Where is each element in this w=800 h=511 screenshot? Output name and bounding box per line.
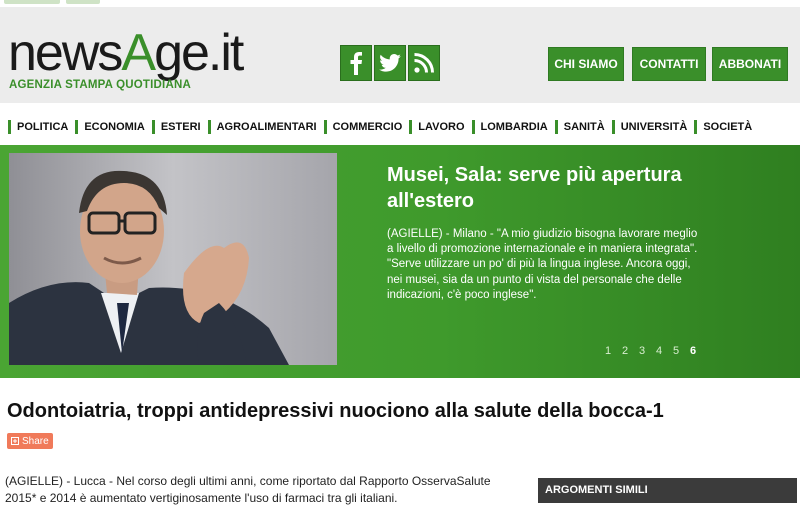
hero-description: (AGIELLE) - Milano - "A mio giudizio bis…	[387, 228, 698, 301]
slider-page-1[interactable]: 1	[605, 345, 622, 357]
facebook-button[interactable]	[340, 45, 372, 81]
twitter-icon	[379, 54, 401, 72]
logo-text-accent: A	[121, 24, 156, 82]
portrait-illustration	[9, 153, 337, 365]
top-strip	[0, 0, 800, 6]
hero-title[interactable]: Musei, Sala: serve più apertura all'este…	[387, 162, 687, 214]
logo-text: ge.it	[154, 24, 244, 82]
slider-pagination: 1 2 3 4 5 6	[605, 345, 707, 357]
article-title: Odontoiatria, troppi antidepressivi nuoc…	[7, 400, 664, 422]
site-tagline: AGENZIA STAMPA QUOTIDIANA	[9, 79, 191, 91]
slider-page-2[interactable]: 2	[622, 345, 639, 357]
slider-page-5[interactable]: 5	[673, 345, 690, 357]
nav-item-lavoro[interactable]: LAVORO	[409, 120, 470, 134]
hero-photo[interactable]	[9, 153, 337, 365]
article-body: (AGIELLE) - Lucca - Nel corso degli ulti…	[5, 474, 491, 505]
hero-slider: Musei, Sala: serve più apertura all'este…	[0, 145, 800, 378]
share-button[interactable]: Share	[7, 433, 53, 449]
twitter-button[interactable]	[374, 45, 406, 81]
logo-text: news	[8, 24, 123, 82]
related-topics-heading: ARGOMENTI SIMILI	[538, 478, 797, 503]
nav-item-lombardia[interactable]: LOMBARDIA	[471, 120, 554, 134]
abbonati-button[interactable]: ABBONATI	[712, 47, 788, 81]
site-header: newsAge.it AGENZIA STAMPA QUOTIDIANA CHI…	[0, 7, 800, 103]
top-tab[interactable]	[66, 0, 100, 4]
category-nav: POLITICA ECONOMIA ESTERI AGROALIMENTARI …	[8, 117, 759, 137]
nav-item-universita[interactable]: UNIVERSITÀ	[611, 120, 694, 134]
nav-item-esteri[interactable]: ESTERI	[151, 120, 207, 134]
chi-siamo-button[interactable]: CHI SIAMO	[548, 47, 624, 81]
top-tab[interactable]	[4, 0, 60, 4]
contatti-button[interactable]: CONTATTI	[632, 47, 706, 81]
facebook-icon	[350, 52, 362, 75]
nav-item-sanita[interactable]: SANITÀ	[554, 120, 611, 134]
nav-item-commercio[interactable]: COMMERCIO	[323, 120, 409, 134]
share-label: Share	[22, 435, 49, 447]
rss-icon	[414, 53, 434, 73]
slider-page-6-active[interactable]: 6	[690, 345, 707, 357]
slider-page-3[interactable]: 3	[639, 345, 656, 357]
nav-item-societa[interactable]: SOCIETÀ	[694, 120, 758, 134]
rss-button[interactable]	[408, 45, 440, 81]
share-icon	[11, 437, 19, 445]
nav-item-economia[interactable]: ECONOMIA	[75, 120, 151, 134]
site-logo[interactable]: newsAge.it	[8, 24, 244, 82]
nav-item-politica[interactable]: POLITICA	[8, 120, 74, 134]
nav-item-agroalimentari[interactable]: AGROALIMENTARI	[207, 120, 323, 134]
slider-page-4[interactable]: 4	[656, 345, 673, 357]
